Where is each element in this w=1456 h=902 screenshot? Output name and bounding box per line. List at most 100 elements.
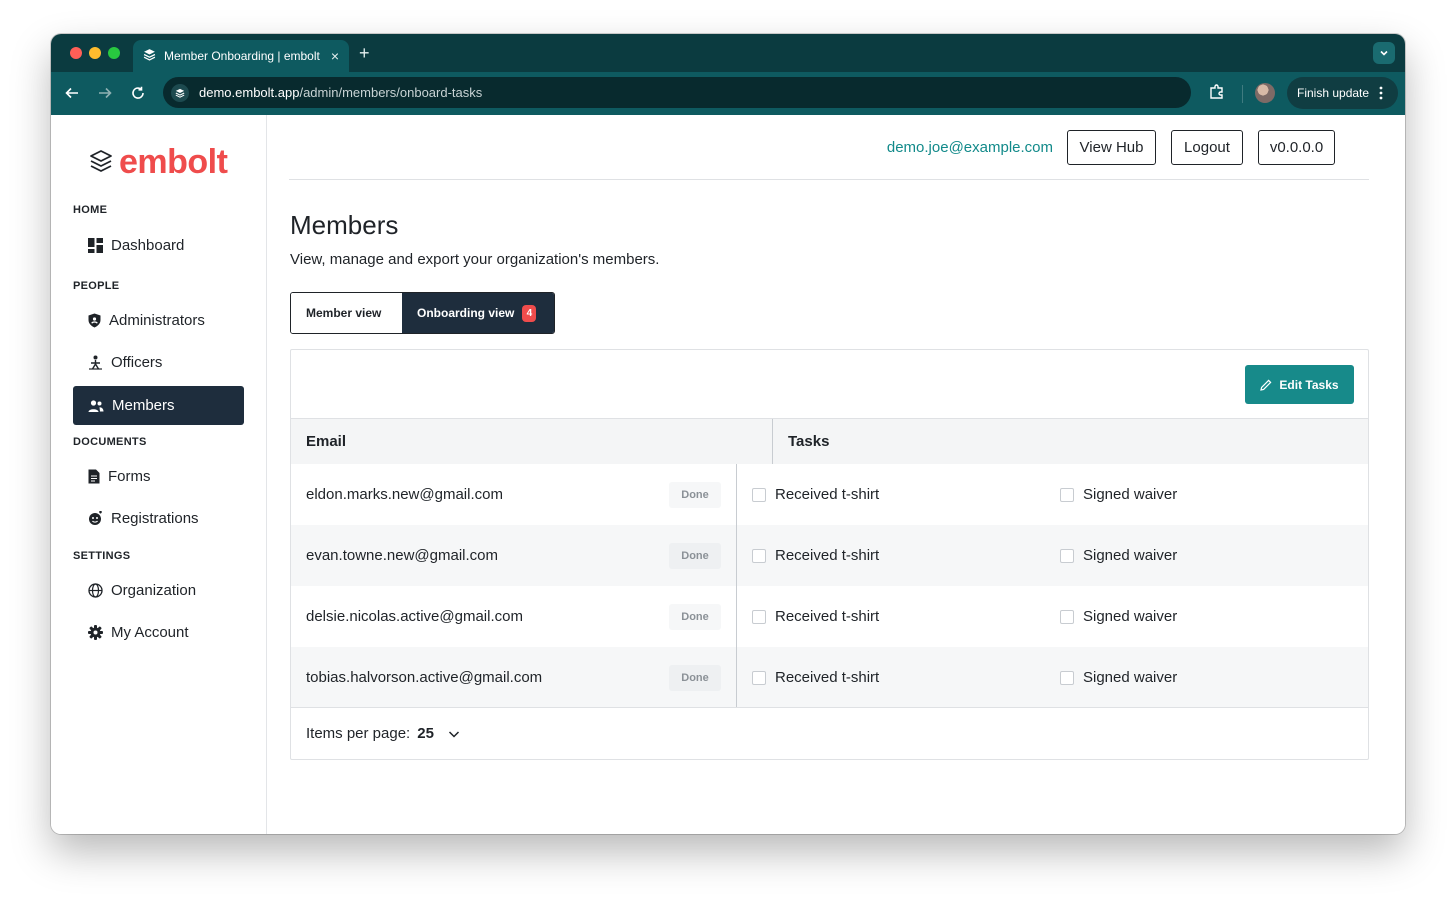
sidebar-item-my-account[interactable]: My Account xyxy=(73,613,244,652)
section-label-documents: DOCUMENTS xyxy=(73,436,147,448)
sidebar: embolt HOME Dashboard PEOPLE Administrat… xyxy=(51,115,267,834)
sidebar-item-registrations[interactable]: Registrations xyxy=(73,499,244,538)
site-info-icon[interactable] xyxy=(171,83,189,102)
reload-icon xyxy=(132,86,144,99)
sidebar-item-administrators[interactable]: Administrators xyxy=(73,301,244,340)
task-label: Signed waiver xyxy=(1083,547,1178,564)
forward-button[interactable] xyxy=(95,83,115,103)
edit-tasks-label: Edit Tasks xyxy=(1279,377,1339,392)
onboarding-table: Email Tasks eldon.marks.new@gmail.com Do… xyxy=(291,419,1368,708)
sidebar-item-label: Members xyxy=(112,397,175,414)
arrow-right-icon xyxy=(99,87,112,99)
done-button[interactable]: Done xyxy=(669,481,721,508)
address-bar[interactable]: demo.embolt.app/admin/members/onboard-ta… xyxy=(163,77,1191,108)
done-button[interactable]: Done xyxy=(669,664,721,691)
arrow-left-icon xyxy=(65,87,78,99)
chevron-down-icon[interactable] xyxy=(447,727,461,741)
member-email: eldon.marks.new@gmail.com xyxy=(306,486,503,503)
task-signed-waiver[interactable]: Signed waiver xyxy=(1060,547,1368,564)
task-checkbox[interactable] xyxy=(752,548,766,563)
logout-button[interactable]: Logout xyxy=(1171,130,1243,165)
tasks-cell: Received t-shirt Signed waiver xyxy=(737,586,1368,647)
tab-search-button[interactable] xyxy=(1373,42,1395,64)
email-cell: tobias.halvorson.active@gmail.com Done xyxy=(291,647,737,708)
url-host: demo.embolt.app xyxy=(199,85,300,100)
user-email-link[interactable]: demo.joe@example.com xyxy=(887,139,1053,156)
maximize-window-button[interactable] xyxy=(108,47,120,59)
task-signed-waiver[interactable]: Signed waiver xyxy=(1060,608,1368,625)
task-received-tshirt[interactable]: Received t-shirt xyxy=(752,547,1060,564)
finish-update-button[interactable]: Finish update xyxy=(1287,77,1398,109)
member-view-label: Member view xyxy=(306,306,382,320)
new-tab-button[interactable]: + xyxy=(359,42,370,64)
brand-logo[interactable]: embolt xyxy=(89,143,228,181)
member-email: delsie.nicolas.active@gmail.com xyxy=(306,608,523,625)
task-received-tshirt[interactable]: Received t-shirt xyxy=(752,486,1060,503)
main-content: demo.joe@example.com View Hub Logout v0.… xyxy=(289,115,1369,834)
onboarding-count-badge: 4 xyxy=(522,304,537,322)
tab-close-icon[interactable]: × xyxy=(331,48,339,64)
back-button[interactable] xyxy=(62,83,82,103)
embolt-logo-icon xyxy=(90,150,112,172)
sidebar-item-organization[interactable]: Organization xyxy=(73,571,244,610)
sidebar-item-label: Officers xyxy=(111,354,163,371)
table-row: tobias.halvorson.active@gmail.com Done R… xyxy=(291,647,1368,708)
minimize-window-button[interactable] xyxy=(89,47,101,59)
version-button[interactable]: v0.0.0.0 xyxy=(1258,130,1335,165)
task-label: Signed waiver xyxy=(1083,608,1178,625)
officer-icon xyxy=(89,355,102,370)
sidebar-item-label: Dashboard xyxy=(111,237,185,254)
table-row: delsie.nicolas.active@gmail.com Done Rec… xyxy=(291,586,1368,647)
onboarding-view-button[interactable]: Onboarding view 4 xyxy=(402,293,554,333)
task-checkbox[interactable] xyxy=(1060,548,1074,563)
task-signed-waiver[interactable]: Signed waiver xyxy=(1060,669,1368,686)
task-checkbox[interactable] xyxy=(1060,609,1074,624)
sidebar-item-forms[interactable]: Forms xyxy=(73,457,244,496)
task-signed-waiver[interactable]: Signed waiver xyxy=(1060,486,1368,503)
puzzle-icon xyxy=(1210,84,1223,99)
sidebar-item-label: My Account xyxy=(111,624,189,641)
tasks-cell: Received t-shirt Signed waiver xyxy=(737,525,1368,586)
brand-name: embolt xyxy=(119,143,228,181)
task-checkbox[interactable] xyxy=(752,670,766,685)
close-window-button[interactable] xyxy=(70,47,82,59)
per-page-value[interactable]: 25 xyxy=(417,725,434,742)
email-cell: delsie.nicolas.active@gmail.com Done xyxy=(291,586,737,647)
email-cell: eldon.marks.new@gmail.com Done xyxy=(291,464,737,525)
task-checkbox[interactable] xyxy=(752,487,766,502)
section-label-settings: SETTINGS xyxy=(73,550,131,562)
table-row: evan.towne.new@gmail.com Done Received t… xyxy=(291,525,1368,586)
task-label: Signed waiver xyxy=(1083,486,1178,503)
sidebar-item-dashboard[interactable]: Dashboard xyxy=(73,226,244,265)
task-received-tshirt[interactable]: Received t-shirt xyxy=(752,608,1060,625)
task-checkbox[interactable] xyxy=(1060,670,1074,685)
edit-tasks-button[interactable]: Edit Tasks xyxy=(1245,365,1354,404)
sidebar-item-members[interactable]: Members xyxy=(73,386,244,425)
task-label: Received t-shirt xyxy=(775,547,880,564)
member-view-button[interactable]: Member view xyxy=(291,293,402,333)
task-checkbox[interactable] xyxy=(1060,487,1074,502)
onboarding-card: Edit Tasks Email Tasks eldon.marks.new@g… xyxy=(290,349,1369,760)
task-received-tshirt[interactable]: Received t-shirt xyxy=(752,669,1060,686)
browser-tab-bar: Member Onboarding | embolt × + xyxy=(51,34,1405,72)
reload-button[interactable] xyxy=(128,83,148,103)
task-checkbox[interactable] xyxy=(752,609,766,624)
column-header-tasks: Tasks xyxy=(788,433,830,450)
page-title: Members xyxy=(290,210,399,240)
more-vertical-icon xyxy=(1379,86,1383,100)
done-button[interactable]: Done xyxy=(669,542,721,569)
sidebar-item-officers[interactable]: Officers xyxy=(73,343,244,382)
extensions-button[interactable] xyxy=(1208,83,1226,106)
profile-avatar[interactable] xyxy=(1255,83,1275,103)
view-hub-button[interactable]: View Hub xyxy=(1067,130,1156,165)
toolbar-separator xyxy=(1242,85,1243,103)
pencil-icon xyxy=(1260,379,1272,391)
file-icon xyxy=(88,469,100,484)
table-header: Email Tasks xyxy=(291,419,1368,464)
tasks-cell: Received t-shirt Signed waiver xyxy=(737,647,1368,708)
browser-tab-active[interactable]: Member Onboarding | embolt × xyxy=(133,40,349,72)
section-label-people: PEOPLE xyxy=(73,280,120,292)
url-text: demo.embolt.app/admin/members/onboard-ta… xyxy=(199,85,482,100)
section-label-home: HOME xyxy=(73,204,108,216)
done-button[interactable]: Done xyxy=(669,603,721,630)
